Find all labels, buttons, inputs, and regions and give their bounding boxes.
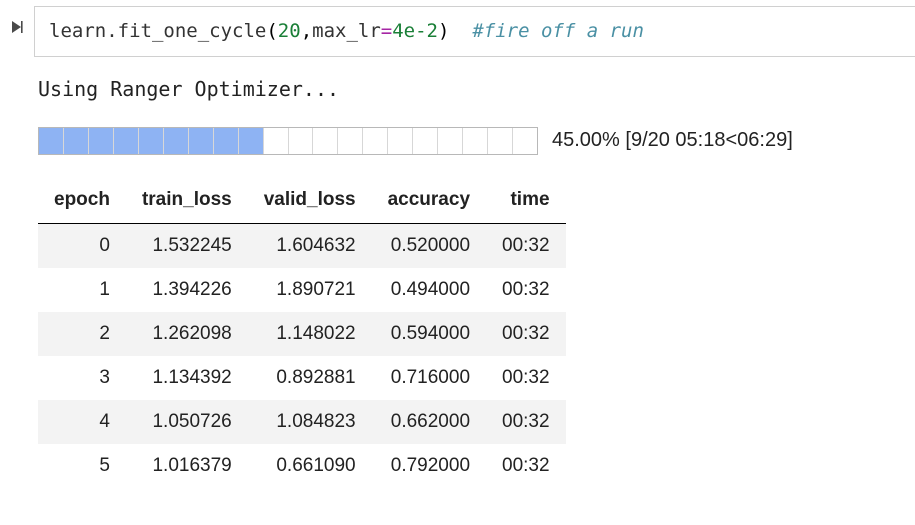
metrics-header: epoch train_loss valid_loss accuracy tim… — [38, 179, 566, 224]
table-cell: 1.134392 — [126, 356, 248, 400]
table-cell: 1.016379 — [126, 444, 248, 488]
table-cell: 1.050726 — [126, 400, 248, 444]
table-row: 21.2620981.1480220.59400000:32 — [38, 312, 566, 356]
metrics-table: epoch train_loss valid_loss accuracy tim… — [38, 179, 566, 488]
table-cell: 1 — [38, 268, 126, 312]
code-cell: learn.fit_one_cycle(20,max_lr=4e-2) #fir… — [0, 0, 915, 57]
code-comma: , — [301, 20, 312, 42]
code-comment: #fire off a run — [472, 20, 644, 42]
table-row: 11.3942261.8907210.49400000:32 — [38, 268, 566, 312]
table-row: 41.0507261.0848230.66200000:32 — [38, 400, 566, 444]
code-sp — [449, 20, 472, 42]
table-cell: 1.394226 — [126, 268, 248, 312]
table-cell: 3 — [38, 356, 126, 400]
table-cell: 00:32 — [486, 268, 566, 312]
table-cell: 4 — [38, 400, 126, 444]
progress-row: 45.00% [9/20 05:18<06:29] — [38, 127, 915, 155]
col-time: time — [486, 179, 566, 224]
metrics-body: 01.5322451.6046320.52000000:3211.3942261… — [38, 223, 566, 488]
table-cell: 00:32 — [486, 356, 566, 400]
code-argname: max_lr — [312, 20, 381, 42]
col-valid-loss: valid_loss — [248, 179, 372, 224]
table-cell: 0 — [38, 223, 126, 268]
table-cell: 1.148022 — [248, 312, 372, 356]
table-cell: 0.892881 — [248, 356, 372, 400]
table-cell: 0.520000 — [372, 223, 486, 268]
table-cell: 00:32 — [486, 312, 566, 356]
code-input[interactable]: learn.fit_one_cycle(20,max_lr=4e-2) #fir… — [34, 6, 915, 57]
table-row: 51.0163790.6610900.79200000:32 — [38, 444, 566, 488]
code-open: ( — [266, 20, 277, 42]
table-cell: 5 — [38, 444, 126, 488]
table-cell: 0.716000 — [372, 356, 486, 400]
table-cell: 00:32 — [486, 400, 566, 444]
table-cell: 0.661090 — [248, 444, 372, 488]
code-eq: = — [381, 20, 392, 42]
table-cell: 1.262098 — [126, 312, 248, 356]
table-cell: 00:32 — [486, 223, 566, 268]
table-cell: 1.890721 — [248, 268, 372, 312]
table-row: 31.1343920.8928810.71600000:32 — [38, 356, 566, 400]
table-cell: 00:32 — [486, 444, 566, 488]
progress-ticks — [39, 128, 537, 154]
table-cell: 1.084823 — [248, 400, 372, 444]
col-epoch: epoch — [38, 179, 126, 224]
table-cell: 0.494000 — [372, 268, 486, 312]
run-cell-icon[interactable] — [8, 6, 28, 35]
progress-bar — [38, 127, 538, 155]
code-arg1: 20 — [278, 20, 301, 42]
table-cell: 1.604632 — [248, 223, 372, 268]
table-cell: 0.594000 — [372, 312, 486, 356]
col-accuracy: accuracy — [372, 179, 486, 224]
progress-label: 45.00% [9/20 05:18<06:29] — [552, 129, 793, 152]
code-arg2: 4e-2 — [392, 20, 438, 42]
table-cell: 2 — [38, 312, 126, 356]
table-row: 01.5322451.6046320.52000000:32 — [38, 223, 566, 268]
col-train-loss: train_loss — [126, 179, 248, 224]
table-cell: 0.792000 — [372, 444, 486, 488]
code-fn: learn.fit_one_cycle — [49, 20, 266, 42]
table-cell: 1.532245 — [126, 223, 248, 268]
output-text: Using Ranger Optimizer... — [38, 57, 915, 101]
code-close: ) — [438, 20, 449, 42]
table-cell: 0.662000 — [372, 400, 486, 444]
